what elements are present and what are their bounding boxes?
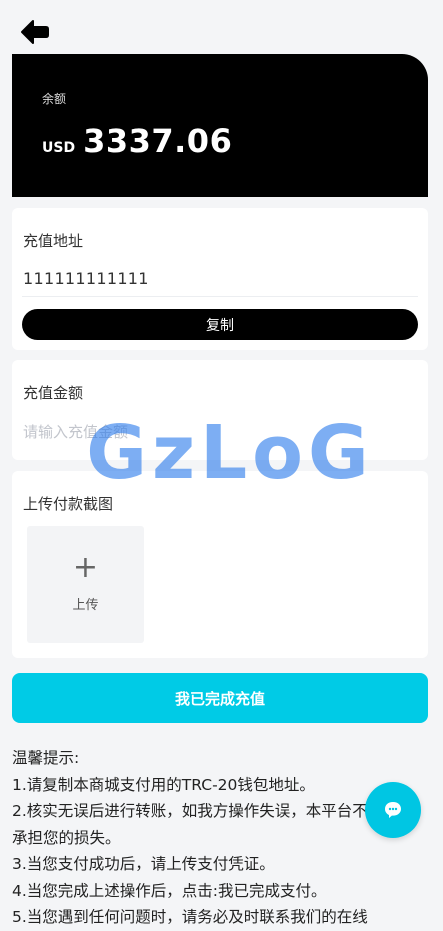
tip-line: 5.当您遇到任何问题时，请务必及时联系我们的在线 — [12, 908, 368, 926]
upload-button[interactable]: + 上传 — [27, 526, 144, 643]
copy-button[interactable]: 复制 — [22, 309, 418, 340]
upload-label: 上传付款截图 — [23, 495, 114, 513]
tips-title: 温馨提示: — [12, 749, 80, 767]
amount-label: 充值金额 — [23, 384, 84, 402]
amount-input[interactable] — [23, 418, 413, 446]
address-card: 充值地址 111111111111 复制 — [12, 208, 428, 350]
tip-line: 3.当您支付成功后，请上传支付凭证。 — [12, 855, 275, 873]
plus-icon: + — [72, 550, 99, 585]
top-bar — [0, 0, 443, 54]
chat-button[interactable] — [365, 782, 421, 838]
tips-section: 温馨提示: 1.请复制本商城支付用的TRC-20钱包地址。 2.核实无误后进行转… — [12, 745, 443, 931]
divider — [22, 296, 418, 297]
upload-card: 上传付款截图 + 上传 — [12, 471, 428, 658]
balance-label: 余额 — [42, 92, 67, 106]
chat-bubble-icon — [385, 802, 401, 818]
amount-card: 充值金额 — [12, 360, 428, 460]
complete-recharge-button[interactable]: 我已完成充值 — [12, 673, 428, 723]
balance-amount: 3337.06 — [83, 122, 233, 160]
wallet-address: 111111111111 — [23, 269, 149, 288]
balance-card: 余额 USD 3337.06 — [12, 54, 428, 197]
upload-button-label: 上传 — [72, 598, 99, 613]
address-label: 充值地址 — [23, 232, 84, 250]
tip-line: 4.当您完成上述操作后，点击:我已完成支付。 — [12, 881, 327, 900]
arrow-left-icon[interactable] — [20, 19, 50, 45]
currency-code: USD — [42, 140, 76, 156]
balance-row: USD 3337.06 — [42, 122, 232, 160]
